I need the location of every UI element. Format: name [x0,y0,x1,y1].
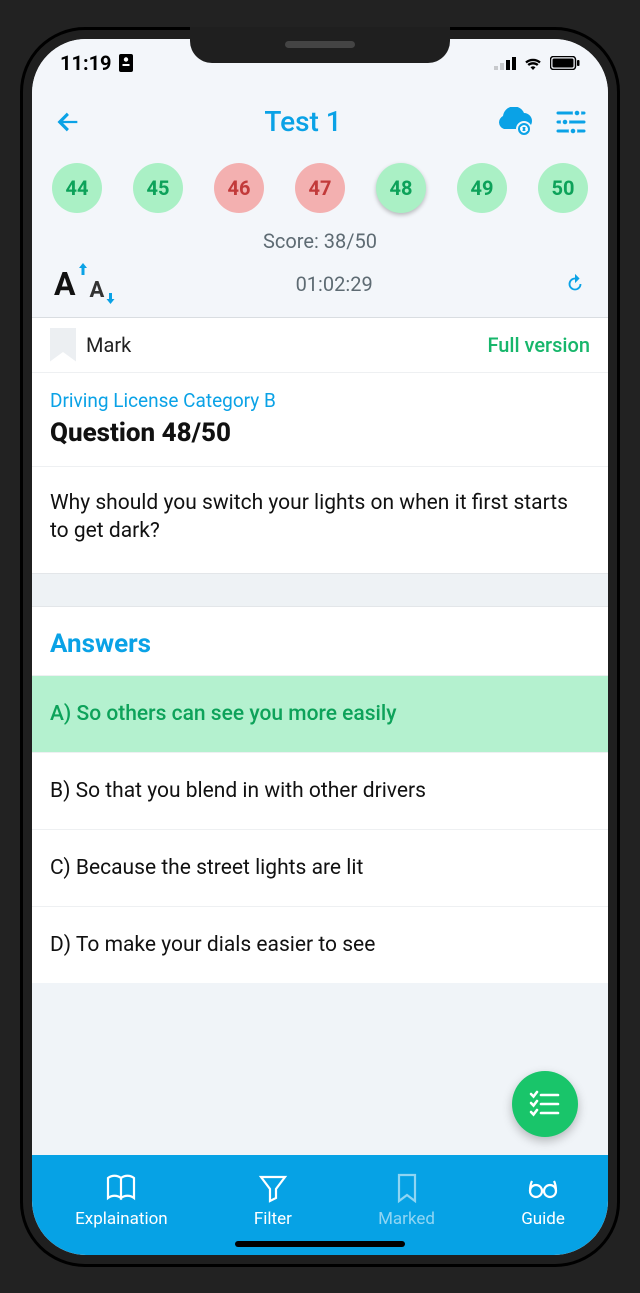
back-button[interactable] [54,108,82,136]
timer-value: 01:02:29 [296,272,373,296]
glasses-icon [526,1171,560,1205]
section-gap [32,573,608,607]
timer-row: A A 01:02:29 [32,259,608,318]
refresh-button[interactable] [564,273,586,295]
question-chip-50[interactable]: 50 [538,163,588,213]
battery-icon [550,56,580,70]
checklist-icon [528,1090,562,1118]
nav-bar: Test 1 [32,87,608,157]
question-chip-46[interactable]: 46 [214,163,264,213]
wifi-icon [522,55,544,71]
screen-title: Test 1 [82,105,524,138]
nav-explain-label: Explaination [75,1209,168,1229]
question-chip-47[interactable]: 47 [295,163,345,213]
question-chip-49[interactable]: 49 [457,163,507,213]
full-version-link[interactable]: Full version [487,333,590,357]
checklist-fab[interactable] [512,1071,578,1137]
question-chip-44[interactable]: 44 [52,163,102,213]
status-card-icon [118,53,134,73]
cloud-sync-icon[interactable] [494,107,534,137]
answer-option-a[interactable]: A) So others can see you more easily [32,675,608,752]
mark-bar: Mark Full version [32,318,608,373]
nav-marked[interactable]: Marked [378,1171,435,1229]
question-meta: Driving License Category B Question 48/5… [32,373,608,467]
home-indicator[interactable] [235,1241,405,1247]
nav-marked-label: Marked [378,1209,435,1229]
mark-button[interactable]: Mark [50,328,131,362]
answers-header: Answers [32,607,608,675]
nav-filter-label: Filter [254,1209,292,1229]
bottom-nav: Explaination Filter Marked Guide [32,1155,608,1255]
phone-frame: 11:19 Test 1 44 45 46 47 48 49 50 [20,27,620,1267]
phone-screen: 11:19 Test 1 44 45 46 47 48 49 50 [32,39,608,1255]
nav-explain[interactable]: Explaination [75,1171,168,1229]
answer-option-d[interactable]: D) To make your dials easier to see [32,906,608,983]
score-label: Score: 38/50 [32,223,608,259]
font-increase-button[interactable]: A [54,265,76,303]
status-time: 11:19 [60,51,112,75]
nav-filter[interactable]: Filter [254,1171,292,1229]
question-chip-48[interactable]: 48 [376,163,426,213]
question-number: Question 48/50 [50,418,590,448]
funnel-icon [256,1171,290,1205]
answer-option-b[interactable]: B) So that you blend in with other drive… [32,752,608,829]
bookmark-outline-icon [390,1171,424,1205]
answer-option-c[interactable]: C) Because the street lights are lit [32,829,608,906]
signal-icon [494,56,516,70]
book-icon [104,1171,138,1205]
question-text: Why should you switch your lights on whe… [32,467,608,574]
mark-label: Mark [86,333,131,357]
nav-guide-label: Guide [521,1209,565,1229]
settings-sliders-icon[interactable] [556,109,586,135]
category-label: Driving License Category B [50,389,590,412]
nav-guide[interactable]: Guide [521,1171,565,1229]
font-decrease-button[interactable]: A [90,278,105,303]
question-chips-row[interactable]: 44 45 46 47 48 49 50 [32,157,608,223]
bookmark-icon [50,328,76,362]
question-chip-45[interactable]: 45 [133,163,183,213]
phone-notch [190,27,450,63]
